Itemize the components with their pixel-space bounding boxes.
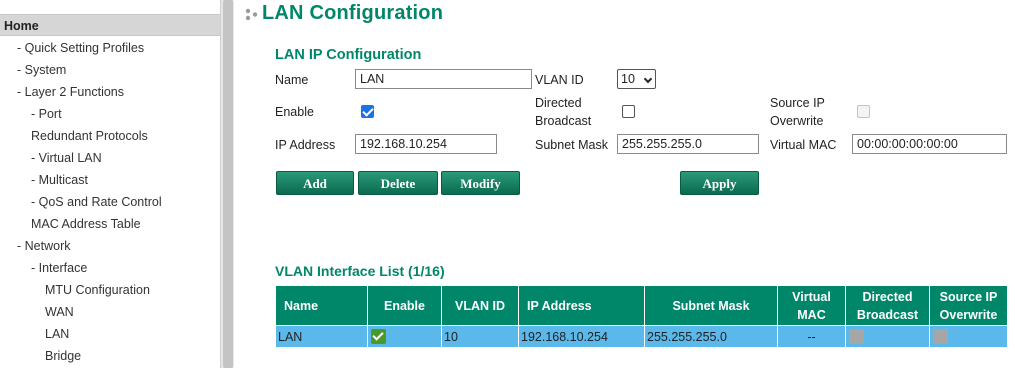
virtual-mac-label: Virtual MAC xyxy=(770,138,837,152)
vlan-id-value: 10 xyxy=(621,72,635,86)
source-ip-overwrite-label: Source IP Overwrite xyxy=(770,95,825,129)
col-header-ip-address: IP Address xyxy=(518,285,645,326)
name-label: Name xyxy=(275,73,309,87)
col-header-virtual-mac: Virtual MAC xyxy=(777,285,846,326)
directed-broadcast-label-line1: Directed xyxy=(535,96,582,110)
title-bullet-icon xyxy=(245,8,258,21)
col-header-source-ip-overwrite: Source IP Overwrite xyxy=(929,285,1008,326)
subnet-mask-input[interactable] xyxy=(617,134,759,154)
chevron-down-icon xyxy=(643,74,653,84)
sidebar-item-mac-address-table[interactable]: MAC Address Table xyxy=(0,213,220,235)
col-header-directed-broadcast: Directed Broadcast xyxy=(845,285,930,326)
col-header-vlan-id: VLAN ID xyxy=(441,285,519,326)
cell-vlan-id: 10 xyxy=(441,325,519,348)
disabled-box-icon xyxy=(933,329,948,345)
cell-directed-broadcast xyxy=(845,325,930,348)
cell-virtual-mac: -- xyxy=(777,325,846,348)
cell-name: LAN xyxy=(275,325,368,348)
cell-subnet-mask: 255.255.255.0 xyxy=(644,325,778,348)
sidebar-nav: Home - Quick Setting Profiles - System -… xyxy=(0,0,220,368)
cell-ip-address: 192.168.10.254 xyxy=(518,325,645,348)
delete-button[interactable]: Delete xyxy=(358,171,438,195)
sidebar-item-redundant-protocols[interactable]: Redundant Protocols xyxy=(0,125,220,147)
sidebar-item-bridge[interactable]: Bridge xyxy=(0,345,220,367)
enable-checkbox[interactable] xyxy=(361,105,374,118)
col-header-directed-broadcast-line1: Directed xyxy=(862,289,913,304)
source-ip-overwrite-label-line2: Overwrite xyxy=(770,114,824,128)
sidebar-item-port[interactable]: - Port xyxy=(0,103,220,125)
directed-broadcast-label: Directed Broadcast xyxy=(535,95,591,129)
col-header-directed-broadcast-line2: Broadcast xyxy=(856,307,919,322)
sidebar-item-qos-rate-control[interactable]: - QoS and Rate Control xyxy=(0,191,220,213)
sidebar-item-layer2-functions[interactable]: - Layer 2 Functions xyxy=(0,81,220,103)
col-header-virtual-mac-line1: Virtual xyxy=(792,289,831,304)
enabled-check-icon xyxy=(371,329,386,345)
sidebar-item-interface[interactable]: - Interface xyxy=(0,257,220,279)
sidebar-item-network[interactable]: - Network xyxy=(0,235,220,257)
col-header-virtual-mac-line2: MAC xyxy=(797,307,826,322)
directed-broadcast-checkbox[interactable] xyxy=(622,105,635,118)
add-button[interactable]: Add xyxy=(276,171,354,195)
lan-ip-config-title: LAN IP Configuration xyxy=(275,47,422,63)
col-header-subnet-mask: Subnet Mask xyxy=(644,285,778,326)
enable-label: Enable xyxy=(275,105,314,119)
ip-address-input[interactable] xyxy=(355,134,497,154)
sidebar-item-wan[interactable]: WAN xyxy=(0,301,220,323)
cell-source-ip-overwrite xyxy=(929,325,1008,348)
table-row[interactable]: LAN 10 192.168.10.254 255.255.255.0 -- xyxy=(275,325,1008,348)
scrollbar-thumb[interactable] xyxy=(223,0,233,368)
sidebar-item-system[interactable]: - System xyxy=(0,59,220,81)
col-header-enable: Enable xyxy=(367,285,442,326)
source-ip-overwrite-label-line1: Source IP xyxy=(770,96,825,110)
subnet-mask-label: Subnet Mask xyxy=(535,138,608,152)
table-header-row: Name Enable VLAN ID IP Address Subnet Ma… xyxy=(275,285,1008,326)
vlan-interface-list-title: VLAN Interface List (1/16) xyxy=(275,263,445,279)
ip-address-label: IP Address xyxy=(275,138,336,152)
col-header-source-ip-overwrite-line1: Source IP xyxy=(939,289,998,304)
sidebar-item-mtu-configuration[interactable]: MTU Configuration xyxy=(0,279,220,301)
name-input[interactable] xyxy=(355,69,532,89)
directed-broadcast-label-line2: Broadcast xyxy=(535,114,592,128)
disabled-box-icon xyxy=(849,329,864,345)
sidebar-item-quick-setting-profiles[interactable]: - Quick Setting Profiles xyxy=(0,37,220,59)
vlan-interface-table: Name Enable VLAN ID IP Address Subnet Ma… xyxy=(275,285,1008,348)
source-ip-overwrite-checkbox[interactable] xyxy=(857,105,870,118)
cell-enable xyxy=(367,325,442,348)
col-header-source-ip-overwrite-line2: Overwrite xyxy=(939,307,998,322)
sidebar-item-lan[interactable]: LAN xyxy=(0,323,220,345)
sidebar-item-home[interactable]: Home xyxy=(0,14,220,36)
sidebar-item-multicast[interactable]: - Multicast xyxy=(0,169,220,191)
apply-button[interactable]: Apply xyxy=(680,171,759,195)
sidebar-item-virtual-lan[interactable]: - Virtual LAN xyxy=(0,147,220,169)
virtual-mac-input[interactable] xyxy=(852,134,1007,154)
main-content: LAN Configuration LAN IP Configuration N… xyxy=(234,0,1015,368)
page-title: LAN Configuration xyxy=(262,2,444,24)
vlan-id-select[interactable]: 10 xyxy=(617,69,656,89)
modify-button[interactable]: Modify xyxy=(441,171,520,195)
vlan-id-label: VLAN ID xyxy=(535,73,584,87)
sidebar-scrollbar[interactable] xyxy=(220,0,234,368)
col-header-name: Name xyxy=(275,285,368,326)
